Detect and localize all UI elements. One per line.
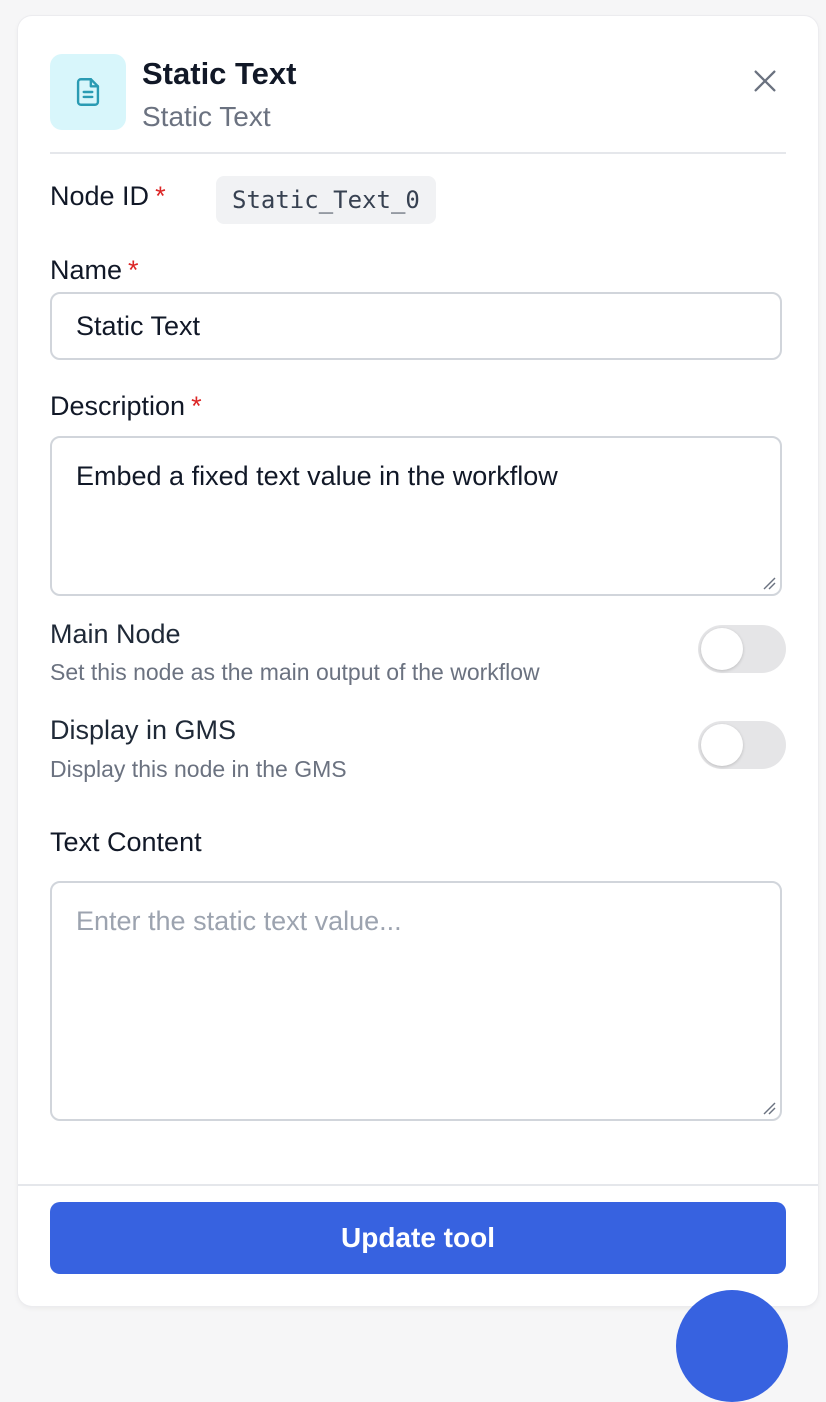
resize-handle-icon[interactable] [762,576,776,590]
main-node-toggle[interactable] [698,625,786,673]
footer-divider [18,1184,818,1186]
display-in-gms-toggle[interactable] [698,721,786,769]
description-text: Embed a fixed text value in the workflow [76,461,558,491]
toggle-knob [701,628,743,670]
node-id-label-text: Node ID [50,181,150,211]
resize-handle-icon[interactable] [762,1101,776,1115]
required-asterisk: * [191,391,202,421]
text-content-label: Text Content [50,827,202,857]
text-content-textarea[interactable]: Enter the static text value... [50,881,782,1121]
description-textarea[interactable]: Embed a fixed text value in the workflow [50,436,782,596]
display-in-gms-description: Display this node in the GMS [50,756,347,782]
toggle-knob [701,724,743,766]
main-node-title: Main Node [50,619,181,649]
tool-settings-panel: Static Text Static Text Node ID * Static_… [18,16,818,1306]
panel-header: Static Text Static Text [50,54,786,154]
text-content-placeholder: Enter the static text value... [76,906,402,936]
required-asterisk: * [128,255,139,285]
description-label-text: Description [50,391,186,421]
document-icon [50,54,126,130]
name-label-text: Name [50,255,123,285]
floating-action-button[interactable] [676,1290,788,1402]
close-button[interactable] [744,60,786,102]
description-label: Description * [50,390,202,422]
name-input[interactable]: Static Text [50,292,782,360]
display-in-gms-title: Display in GMS [50,715,237,745]
close-icon [754,70,776,92]
node-id-value: Static_Text_0 [216,176,436,224]
name-label: Name * [50,254,139,286]
update-tool-button[interactable]: Update tool [50,1202,786,1274]
main-node-description: Set this node as the main output of the … [50,659,540,685]
node-id-label: Node ID * [50,180,166,212]
required-asterisk: * [155,181,166,211]
panel-title: Static Text [142,56,297,91]
panel-subtitle: Static Text [142,101,271,132]
